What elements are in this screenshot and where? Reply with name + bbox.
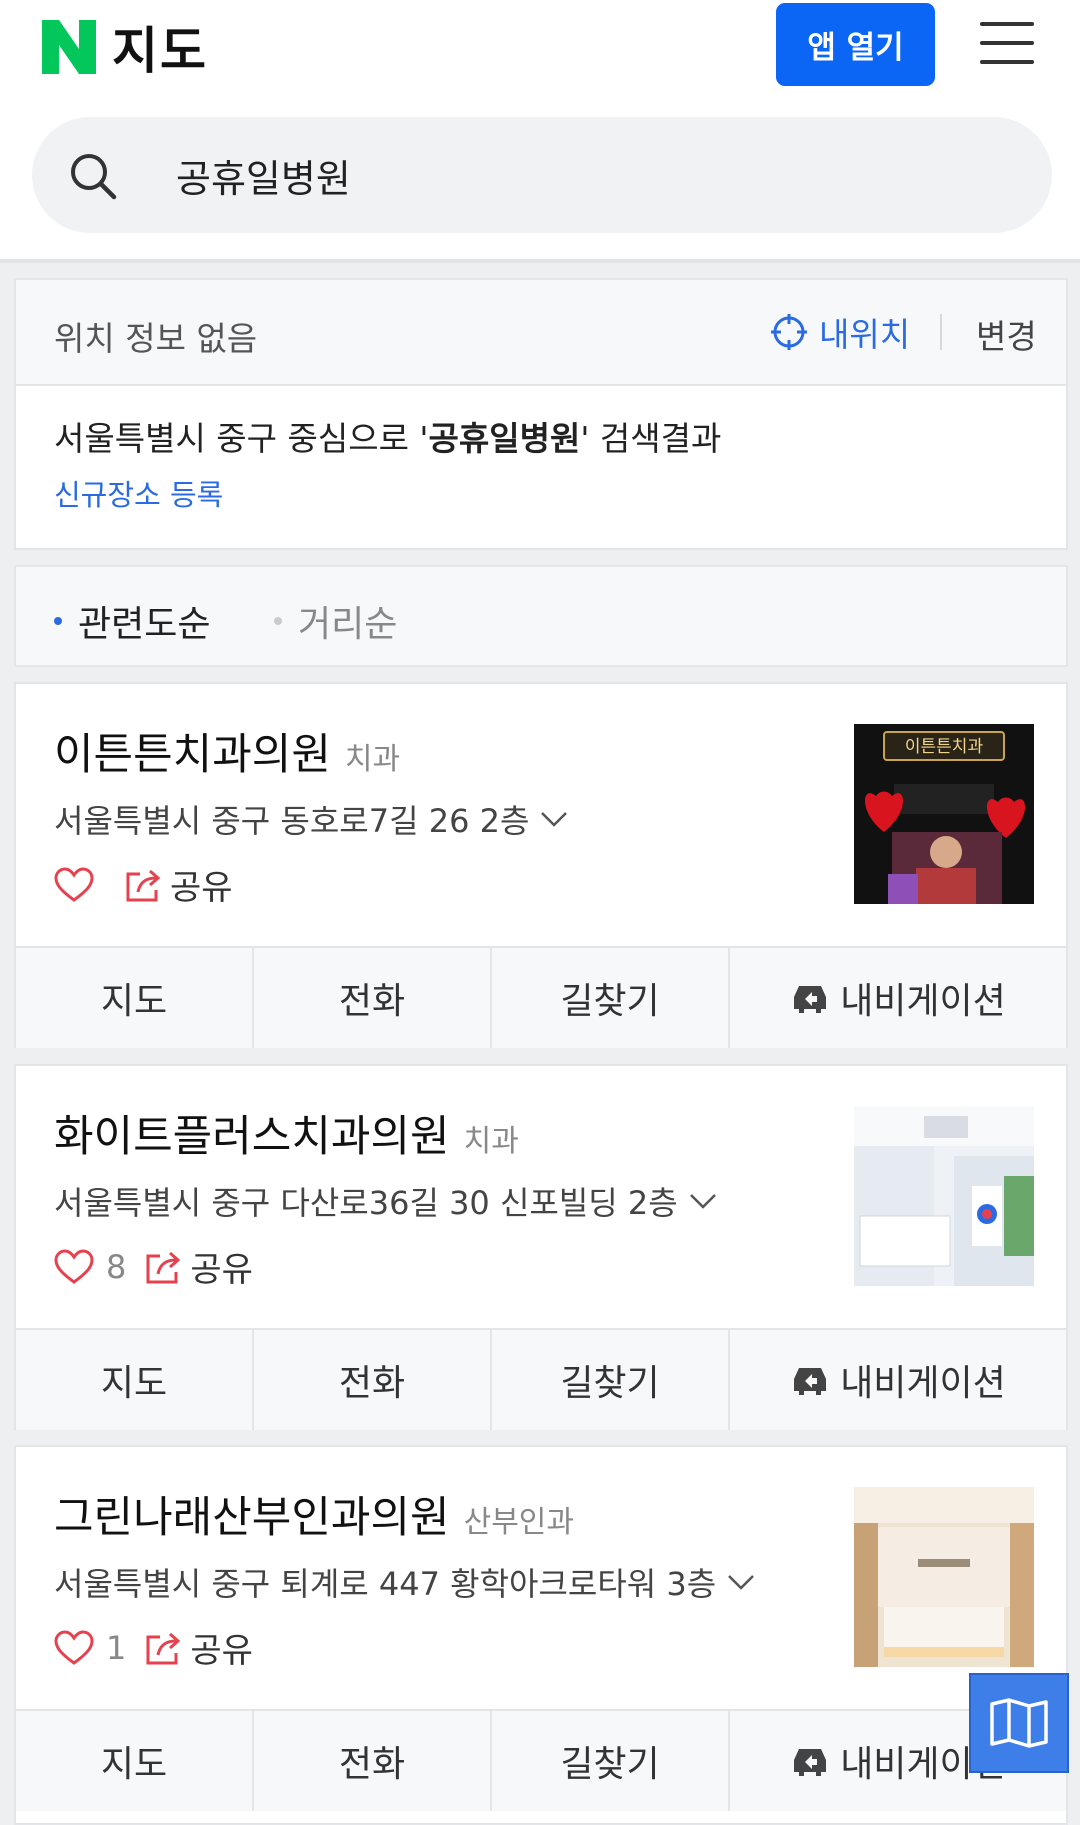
- heart-icon[interactable]: [54, 1248, 94, 1285]
- directions-button[interactable]: 길찾기: [492, 948, 730, 1048]
- sort-distance[interactable]: 거리순: [274, 595, 397, 647]
- place-category: 치과: [344, 742, 401, 777]
- chevron-down-icon: [689, 1194, 716, 1209]
- map-button[interactable]: 지도: [16, 948, 254, 1048]
- place-card[interactable]: 이튼튼치과의원 치과 서울특별시 중구 동호로7길 26 2층 공유 이튼튼치과: [14, 682, 1068, 1048]
- place-address[interactable]: 서울특별시 중구 다산로36길 30 신포빌딩 2층: [54, 1178, 718, 1224]
- share-label[interactable]: 공유: [170, 860, 233, 909]
- divider: [940, 314, 942, 350]
- directions-button[interactable]: 길찾기: [492, 1330, 730, 1430]
- search-bar[interactable]: [32, 117, 1052, 233]
- thumbnail-image: [854, 1106, 1034, 1286]
- location-status: 위치 정보 없음: [54, 319, 258, 358]
- register-place-link[interactable]: 신규장소 등록: [54, 472, 223, 514]
- header: 지도 앱 열기: [0, 0, 1080, 263]
- call-button[interactable]: 전화: [254, 1330, 492, 1430]
- result-query: 공휴일병원: [428, 419, 581, 458]
- thumbnail-image: [854, 1487, 1034, 1667]
- share-icon[interactable]: [144, 1629, 184, 1667]
- place-thumbnail[interactable]: [854, 1487, 1034, 1667]
- thumbnail-image: 이튼튼치과: [854, 724, 1034, 904]
- map-button[interactable]: 지도: [16, 1330, 254, 1430]
- share-icon[interactable]: [124, 866, 164, 904]
- open-app-button[interactable]: 앱 열기: [776, 3, 935, 86]
- place-thumbnail[interactable]: 이튼튼치과: [854, 724, 1034, 904]
- heart-icon[interactable]: [54, 1629, 94, 1666]
- place-button-row: 지도 전화 길찾기 내비게이션: [16, 1709, 1066, 1811]
- active-dot-icon: [54, 617, 62, 625]
- menu-icon[interactable]: [980, 20, 1036, 66]
- crosshair-icon: [771, 314, 807, 350]
- like-count: 1: [106, 1628, 127, 1667]
- car-icon: [794, 1368, 827, 1395]
- place-name[interactable]: 그린나래산부인과의원: [54, 1483, 450, 1545]
- location-card: 위치 정보 없음 내위치 변경 서울특별시 중구 중심으로 '공휴일병원' 검색…: [14, 278, 1068, 550]
- place-card[interactable]: 그린나래산부인과의원 산부인과 서울특별시 중구 퇴계로 447 황학아크로타워…: [14, 1445, 1068, 1825]
- logo-text: 지도: [112, 22, 208, 80]
- page: 지도 앱 열기 위치 정보 없음: [0, 0, 1080, 1825]
- sort-relevance[interactable]: 관련도순: [54, 595, 210, 647]
- place-address[interactable]: 서울특별시 중구 퇴계로 447 황학아크로타워 3층: [54, 1559, 756, 1605]
- place-button-row: 지도 전화 길찾기 내비게이션: [16, 1328, 1066, 1430]
- naver-n-icon: [42, 20, 96, 74]
- map-button[interactable]: 지도: [16, 1711, 254, 1811]
- my-location-label: 내위치: [819, 315, 911, 354]
- naver-map-logo[interactable]: 지도: [42, 20, 208, 80]
- change-location-button[interactable]: 변경: [976, 310, 1037, 358]
- svg-text:이튼튼치과: 이튼튼치과: [905, 737, 984, 757]
- search-input[interactable]: [176, 143, 976, 207]
- place-address[interactable]: 서울특별시 중구 동호로7길 26 2층: [54, 796, 569, 842]
- navigation-button[interactable]: 내비게이션: [730, 948, 1066, 1048]
- share-label[interactable]: 공유: [190, 1623, 253, 1672]
- inactive-dot-icon: [274, 617, 282, 625]
- place-category: 산부인과: [463, 1505, 575, 1540]
- place-thumbnail[interactable]: [854, 1106, 1034, 1286]
- map-view-button[interactable]: [969, 1673, 1069, 1773]
- search-icon: [71, 154, 117, 200]
- place-button-row: 지도 전화 길찾기 내비게이션: [16, 946, 1066, 1048]
- chevron-down-icon: [541, 812, 568, 827]
- like-count: 8: [106, 1247, 127, 1286]
- navigation-button[interactable]: 내비게이션: [730, 1330, 1066, 1430]
- map-icon: [990, 1698, 1048, 1748]
- call-button[interactable]: 전화: [254, 948, 492, 1048]
- location-bar: 위치 정보 없음 내위치 변경: [16, 280, 1066, 386]
- car-icon: [794, 1749, 827, 1776]
- place-category: 치과: [463, 1124, 519, 1159]
- heart-icon[interactable]: [54, 866, 94, 903]
- chevron-down-icon: [728, 1575, 755, 1590]
- my-location-button[interactable]: 내위치: [771, 308, 910, 356]
- place-card[interactable]: 화이트플러스치과의원 치과 서울특별시 중구 다산로36길 30 신포빌딩 2층…: [14, 1064, 1068, 1430]
- share-label[interactable]: 공유: [190, 1242, 253, 1291]
- directions-button[interactable]: 길찾기: [492, 1711, 730, 1811]
- share-icon[interactable]: [144, 1248, 184, 1286]
- place-name[interactable]: 화이트플러스치과의원: [54, 1102, 450, 1164]
- place-name[interactable]: 이튼튼치과의원: [54, 720, 331, 782]
- call-button[interactable]: 전화: [254, 1711, 492, 1811]
- sort-bar: 관련도순 거리순: [14, 565, 1068, 667]
- car-icon: [794, 986, 827, 1013]
- search-result-summary: 서울특별시 중구 중심으로 '공휴일병원' 검색결과: [54, 419, 722, 458]
